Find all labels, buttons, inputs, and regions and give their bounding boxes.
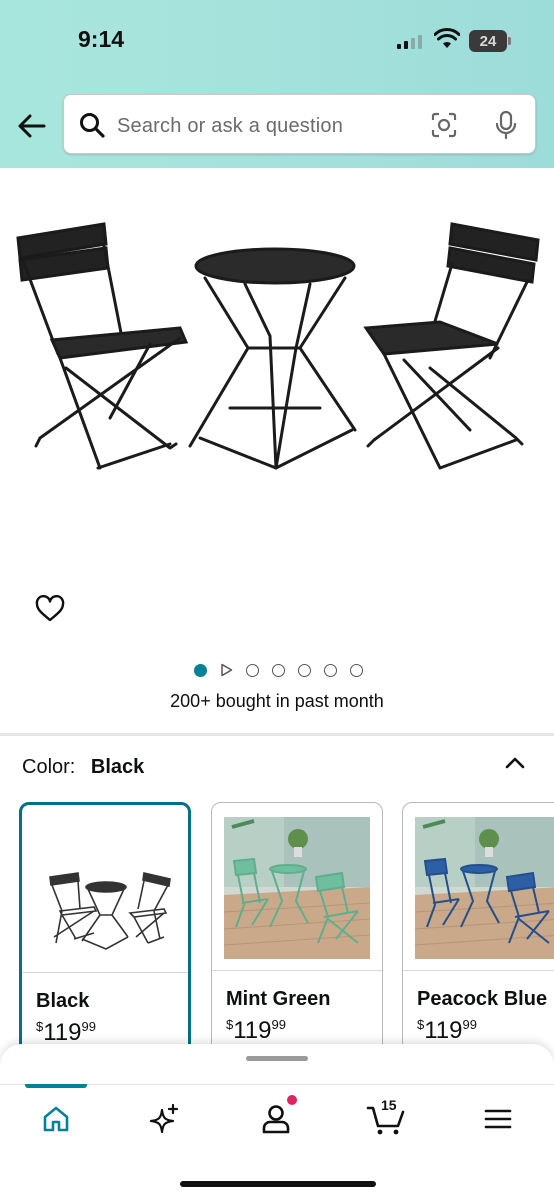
video-play-icon[interactable] [220, 663, 233, 677]
back-arrow-icon[interactable] [14, 108, 50, 144]
pager-dot[interactable] [245, 663, 259, 677]
search-icon [80, 113, 105, 138]
color-selector-header[interactable]: Color: Black [22, 756, 144, 779]
swatch-price: $11999 [226, 1017, 286, 1045]
swatch-separator [22, 972, 188, 973]
camera-search-icon[interactable] [430, 111, 458, 139]
home-icon [43, 1106, 69, 1132]
color-swatch-list: Black $11999 Mint Green $11999 Peacock B… [0, 800, 554, 1050]
section-divider [0, 733, 554, 736]
account-icon [262, 1105, 290, 1134]
swatch-thumbnail [224, 817, 370, 959]
color-label: Color: [22, 756, 76, 778]
menu-icon [484, 1109, 512, 1129]
swatch-black[interactable]: Black $11999 [19, 802, 191, 1050]
cellular-signal-icon [397, 33, 422, 49]
nav-menu[interactable] [478, 1099, 518, 1139]
price-cents: 99 [271, 1017, 286, 1032]
app-header: 9:14 24 Search or ask a question [0, 0, 554, 168]
swatch-thumbnail [34, 819, 180, 961]
pager-dot[interactable] [297, 663, 311, 677]
chevron-up-icon[interactable] [502, 752, 528, 774]
cart-count-badge: 15 [381, 1097, 397, 1113]
swatch-mint-green[interactable]: Mint Green $11999 [211, 802, 383, 1050]
sheet-grabber[interactable] [246, 1056, 308, 1061]
search-input[interactable]: Search or ask a question [63, 94, 536, 154]
image-pager[interactable] [0, 660, 554, 680]
price-whole: 119 [424, 1017, 463, 1044]
swatch-peacock-blue[interactable]: Peacock Blue $11999 [402, 802, 554, 1050]
swatch-name: Mint Green [226, 988, 331, 1010]
battery-tip [508, 37, 511, 45]
price-cents: 99 [462, 1017, 477, 1032]
pager-dot[interactable] [349, 663, 363, 677]
nav-account[interactable] [256, 1099, 296, 1139]
nav-rufus[interactable] [144, 1099, 184, 1139]
sparkle-icon [149, 1103, 179, 1134]
swatch-name: Peacock Blue [417, 988, 548, 1010]
search-placeholder: Search or ask a question [117, 115, 344, 137]
swatch-price: $11999 [36, 1019, 96, 1047]
active-tab-indicator [25, 1084, 87, 1088]
pager-dot[interactable] [323, 663, 337, 677]
swatch-name: Black [36, 990, 90, 1012]
account-notification-dot [287, 1095, 297, 1105]
color-selected-value: Black [90, 756, 145, 778]
microphone-icon[interactable] [494, 110, 518, 140]
wifi-icon [434, 28, 460, 48]
swatch-price: $11999 [417, 1017, 477, 1045]
price-cents: 99 [81, 1019, 96, 1034]
pager-dot-active[interactable] [193, 663, 207, 677]
battery-icon: 24 [469, 30, 507, 52]
bottom-nav-sheet [0, 1044, 554, 1200]
product-image[interactable] [0, 168, 554, 588]
swatch-thumbnail [415, 817, 554, 959]
status-time: 9:14 [78, 26, 125, 52]
price-whole: 119 [43, 1019, 82, 1046]
favorite-heart-icon[interactable] [35, 595, 65, 623]
nav-home[interactable] [36, 1099, 76, 1139]
home-indicator[interactable] [180, 1181, 376, 1187]
swatch-separator [403, 970, 554, 971]
swatch-separator [212, 970, 382, 971]
pager-dot[interactable] [271, 663, 285, 677]
bought-count-text: 200+ bought in past month [170, 691, 384, 711]
price-whole: 119 [233, 1017, 272, 1044]
